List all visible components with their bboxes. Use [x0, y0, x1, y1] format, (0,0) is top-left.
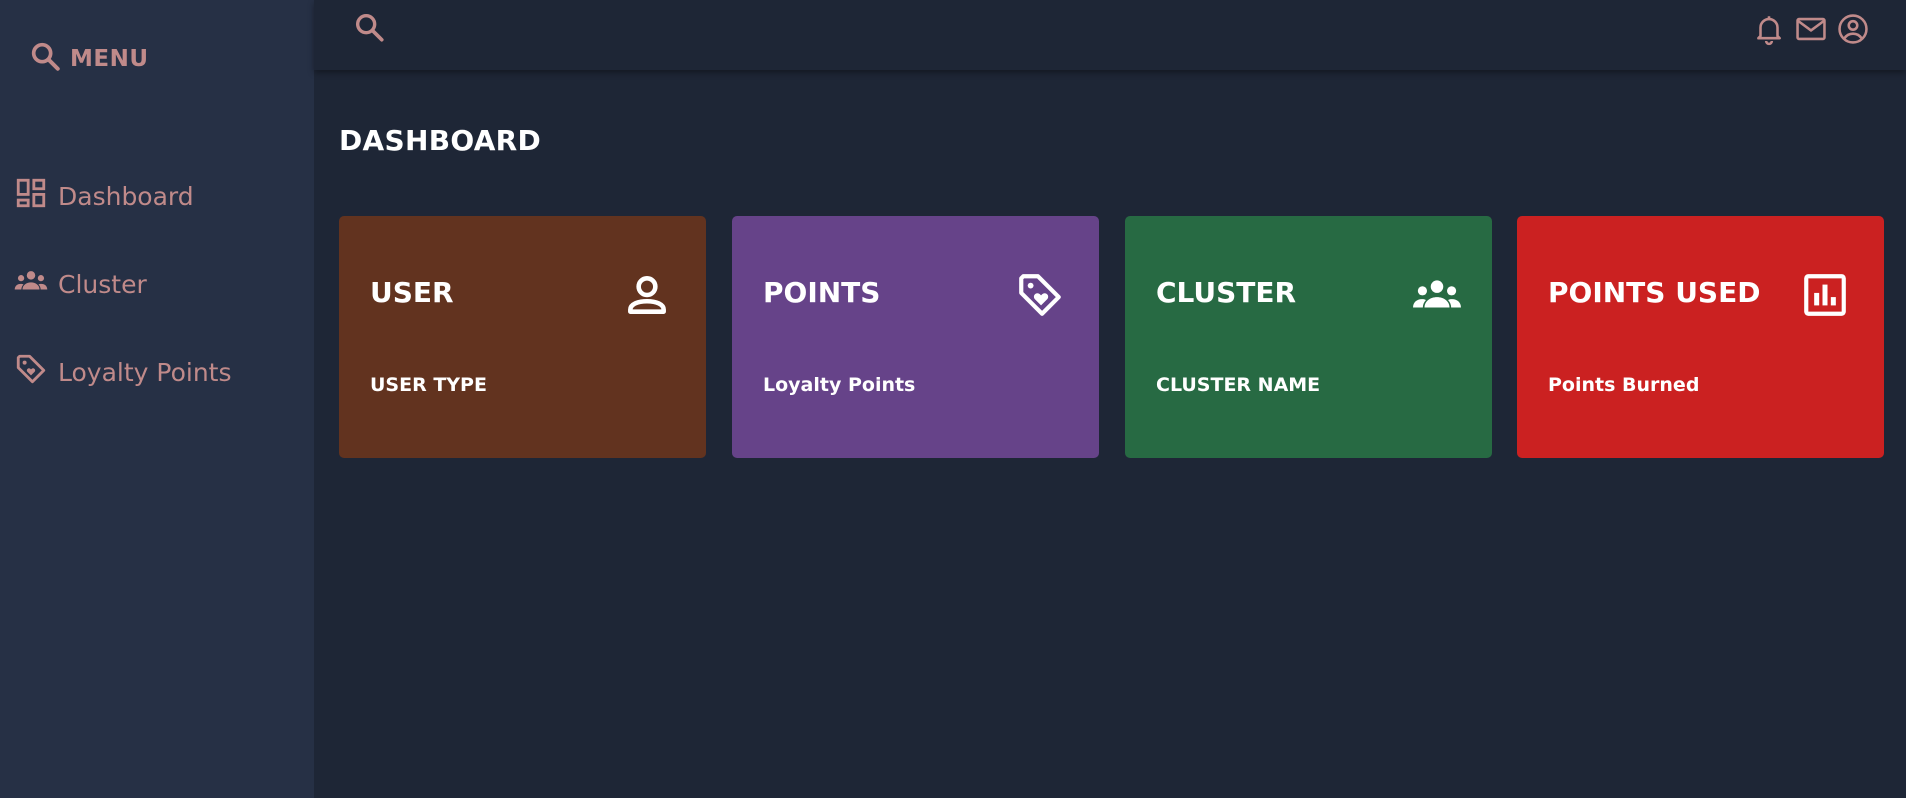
- bell-icon[interactable]: [1752, 12, 1786, 46]
- top-bar: [314, 0, 1906, 70]
- sidebar-item-label: Loyalty Points: [58, 357, 232, 387]
- stat-card-points-used[interactable]: POINTS USED Points Burned: [1517, 216, 1884, 458]
- stat-card-points[interactable]: POINTS Loyalty Points: [732, 216, 1099, 458]
- card-subtitle: USER TYPE: [370, 374, 487, 396]
- top-bar-actions: [1752, 12, 1870, 46]
- groups-icon: [14, 264, 48, 304]
- bar-chart-icon: [1800, 270, 1850, 320]
- card-title: POINTS USED: [1548, 276, 1761, 309]
- sidebar-item-loyalty-points[interactable]: Loyalty Points: [14, 352, 232, 392]
- tag-heart-icon: [1015, 270, 1065, 320]
- page-title: DASHBOARD: [339, 124, 542, 157]
- tag-heart-icon: [14, 352, 48, 392]
- sidebar-item-cluster[interactable]: Cluster: [14, 264, 147, 304]
- mail-icon[interactable]: [1794, 12, 1828, 46]
- dashboard-icon: [14, 176, 48, 216]
- account-circle-icon[interactable]: [1836, 12, 1870, 46]
- stat-card-cluster[interactable]: CLUSTER CLUSTER NAME: [1125, 216, 1492, 458]
- card-title: USER: [370, 276, 454, 309]
- sidebar: MENU Dashboard Cluster Loyalty Points: [0, 0, 314, 798]
- card-subtitle: Loyalty Points: [763, 374, 916, 396]
- groups-icon: [1408, 270, 1461, 320]
- sidebar-item-label: Dashboard: [58, 181, 194, 211]
- menu-label: MENU: [70, 46, 149, 72]
- card-subtitle: Points Burned: [1548, 374, 1700, 396]
- card-subtitle: CLUSTER NAME: [1156, 374, 1321, 396]
- sidebar-item-label: Cluster: [58, 269, 147, 299]
- menu-header[interactable]: MENU: [28, 40, 149, 78]
- card-title: CLUSTER: [1156, 276, 1297, 309]
- person-icon: [622, 270, 672, 320]
- stat-card-user[interactable]: USER USER TYPE: [339, 216, 706, 458]
- search-icon[interactable]: [352, 10, 386, 44]
- sidebar-item-dashboard[interactable]: Dashboard: [14, 176, 194, 216]
- search-icon: [28, 39, 62, 79]
- card-title: POINTS: [763, 276, 881, 309]
